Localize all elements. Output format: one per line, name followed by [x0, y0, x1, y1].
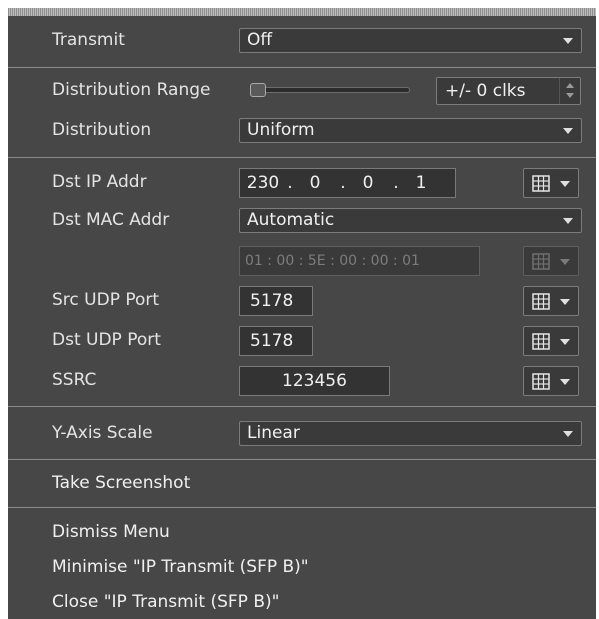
y-axis-scale-value: Linear [247, 423, 300, 443]
distribution-label: Distribution [52, 120, 152, 140]
distribution-range-value: +/- 0 clks [445, 81, 526, 101]
chevron-down-icon [560, 339, 570, 345]
chevron-down-icon [563, 218, 573, 224]
distribution-range-spinbox[interactable]: +/- 0 clks [436, 77, 581, 105]
ssrc-label: SSRC [52, 370, 97, 390]
dst-mac-mode-dropdown[interactable]: Automatic [239, 208, 582, 233]
chevron-down-icon [563, 128, 573, 134]
dst-mac-value: 01 : 00 : 5E : 00 : 00 : 01 [245, 253, 420, 269]
transmit-value: Off [247, 30, 273, 50]
chevron-down-icon [560, 379, 570, 385]
ip-dot: . [393, 173, 399, 193]
dst-ip-input[interactable]: 230 . 0 . 0 . 1 [239, 168, 456, 198]
src-udp-port-keypad-button[interactable] [523, 286, 579, 316]
y-axis-scale-dropdown[interactable]: Linear [239, 421, 582, 446]
separator [8, 67, 596, 68]
transmit-label: Transmit [52, 30, 125, 50]
dst-mac-input: 01 : 00 : 5E : 00 : 00 : 01 [239, 246, 480, 276]
dst-ip-keypad-button[interactable] [523, 168, 579, 198]
chevron-down-icon [560, 181, 570, 187]
dismiss-menu-item[interactable]: Dismiss Menu [52, 522, 170, 542]
chevron-down-icon [560, 259, 570, 265]
keypad-grid-icon [532, 175, 550, 192]
dst-mac-keypad-button [523, 246, 579, 276]
spin-buttons[interactable] [559, 78, 580, 104]
keypad-grid-icon [532, 333, 550, 350]
src-udp-port-input[interactable]: 5178 [239, 286, 313, 316]
keypad-grid-icon [532, 293, 550, 310]
separator [8, 157, 596, 158]
context-menu-panel: Transmit Off Distribution Range +/- 0 cl… [8, 8, 596, 619]
keypad-grid-icon [532, 373, 550, 390]
ip-octet-3[interactable]: 0 [353, 169, 383, 197]
ip-octet-1[interactable]: 230 [243, 169, 283, 197]
ssrc-input[interactable]: 123456 [239, 366, 390, 396]
spin-up-icon[interactable] [566, 83, 574, 88]
close-window-menu-item[interactable]: Close "IP Transmit (SFP B)" [52, 592, 279, 612]
keypad-grid-icon [532, 253, 550, 270]
dst-mac-label: Dst MAC Addr [52, 210, 170, 230]
ssrc-value: 123456 [282, 371, 347, 391]
panel-top-edge [8, 8, 596, 16]
spin-down-icon[interactable] [566, 93, 574, 98]
ip-dot: . [340, 173, 346, 193]
distribution-range-label: Distribution Range [52, 80, 211, 100]
distribution-dropdown[interactable]: Uniform [239, 118, 582, 143]
separator [8, 459, 596, 460]
dst-udp-port-keypad-button[interactable] [523, 326, 579, 356]
src-udp-port-value: 5178 [250, 291, 294, 311]
dst-mac-mode-value: Automatic [247, 210, 335, 230]
take-screenshot-menu-item[interactable]: Take Screenshot [52, 473, 190, 493]
ip-octet-4[interactable]: 1 [406, 169, 436, 197]
dst-ip-label: Dst IP Addr [52, 172, 147, 192]
distribution-range-slider-handle[interactable] [250, 83, 266, 97]
chevron-down-icon [563, 431, 573, 437]
dst-udp-port-value: 5178 [250, 331, 294, 351]
distribution-value: Uniform [247, 120, 315, 140]
y-axis-scale-label: Y-Axis Scale [52, 423, 153, 443]
chevron-down-icon [563, 38, 573, 44]
dst-udp-port-label: Dst UDP Port [52, 330, 161, 350]
transmit-dropdown[interactable]: Off [239, 28, 582, 53]
chevron-down-icon [560, 299, 570, 305]
ip-octet-2[interactable]: 0 [300, 169, 330, 197]
separator [8, 406, 596, 407]
dst-udp-port-input[interactable]: 5178 [239, 326, 313, 356]
ip-dot: . [287, 173, 293, 193]
separator [8, 507, 596, 508]
src-udp-port-label: Src UDP Port [52, 290, 160, 310]
minimise-window-menu-item[interactable]: Minimise "IP Transmit (SFP B)" [52, 557, 309, 577]
ssrc-keypad-button[interactable] [523, 366, 579, 396]
distribution-range-slider-track[interactable] [250, 87, 410, 93]
